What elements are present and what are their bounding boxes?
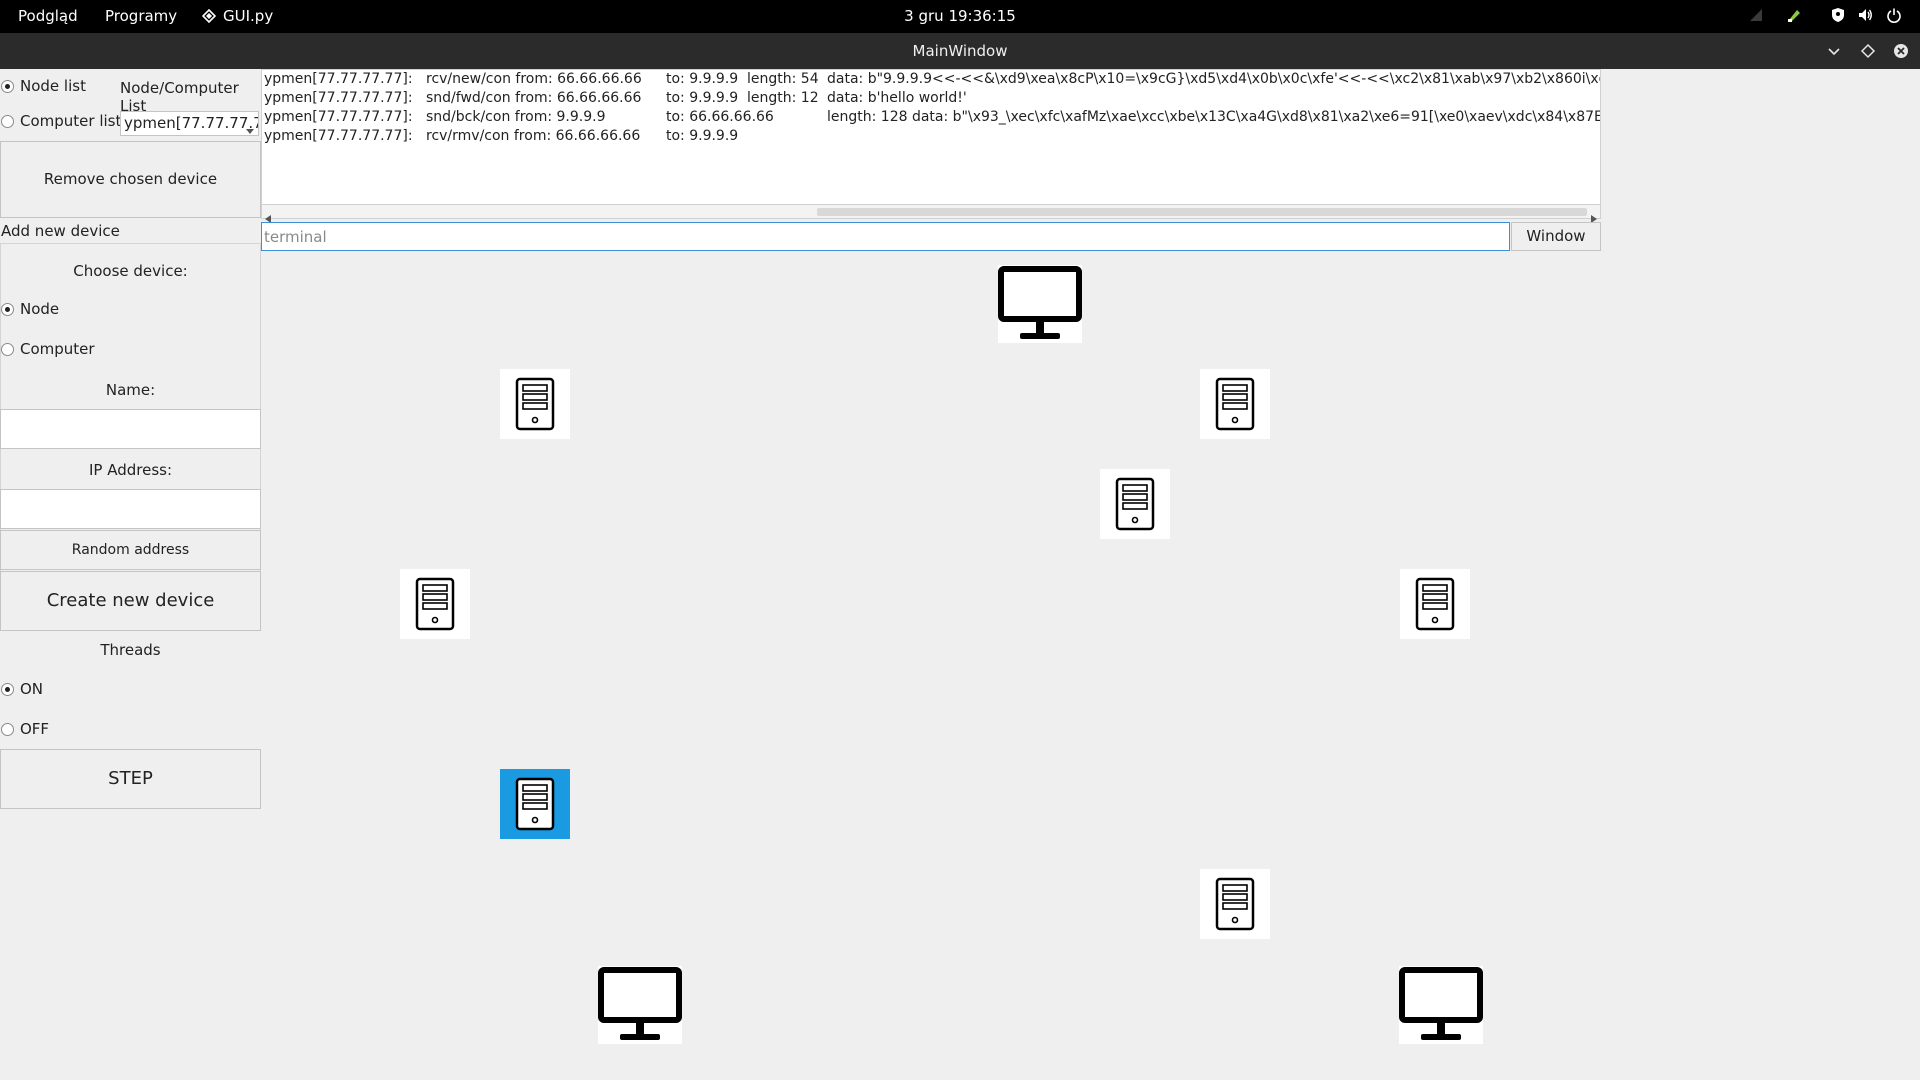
name-input[interactable] [0,409,261,449]
device-computer-radio[interactable] [1,343,14,356]
window-title-bar[interactable]: MainWindow [0,33,1920,69]
terminal-input[interactable] [261,222,1510,251]
clock[interactable]: 3 gru 19:36:15 [0,7,1920,25]
chevron-down-icon [246,121,254,135]
monitor-icon[interactable] [598,966,682,1044]
monitor-icon[interactable] [998,265,1082,343]
app-menu-gui-py[interactable]: GUI.py [223,7,273,25]
threads-on-label[interactable]: ON [20,680,43,698]
diamond-icon [201,8,217,24]
random-address-button[interactable]: Random address [0,530,261,570]
computer-list-radio[interactable] [1,115,14,128]
close-icon[interactable] [1892,42,1910,60]
add-new-device-label: Add new device [1,222,120,240]
server-icon[interactable] [500,769,570,839]
volume-icon[interactable] [1857,7,1873,23]
menu-programy[interactable]: Programy [105,7,177,25]
step-button[interactable]: STEP [0,749,261,809]
maximize-icon[interactable] [1859,42,1877,60]
device-computer-label[interactable]: Computer [20,340,95,358]
horizontal-scrollbar[interactable] [261,204,1601,223]
node-list-label[interactable]: Node list [20,77,86,95]
threads-label: Threads [100,641,161,659]
minimize-icon[interactable] [1825,42,1843,60]
server-icon[interactable] [500,369,570,439]
node-computer-list-label: Node/Computer List [120,79,239,115]
node-list-radio[interactable] [1,80,14,93]
server-icon[interactable] [400,569,470,639]
log-output[interactable]: ypmen[77.77.77.77]: rcv/new/con from: 66… [261,69,1601,219]
server-icon[interactable] [1400,569,1470,639]
ip-address-label: IP Address: [88,461,173,479]
choose-device-label: Choose device: [73,262,188,280]
create-device-button[interactable]: Create new device [0,571,261,631]
server-icon[interactable] [1200,869,1270,939]
clipboard-icon[interactable] [1786,7,1802,23]
ip-address-input[interactable] [0,489,261,529]
power-icon[interactable] [1886,7,1902,23]
shield-icon[interactable] [1830,7,1846,23]
network-icon[interactable] [1748,7,1764,23]
system-top-bar: Podgląd Programy GUI.py 3 gru 19:36:15 [0,0,1920,33]
device-select[interactable]: ypmen[77.77.77.77 [120,111,259,136]
computer-list-label[interactable]: Computer list [20,112,121,130]
device-node-radio[interactable] [1,303,14,316]
control-panel: Node list Node/Computer List Computer li… [0,69,261,1080]
server-icon[interactable] [1200,369,1270,439]
threads-off-radio[interactable] [1,723,14,736]
scrollbar-thumb[interactable] [817,208,1587,216]
menu-podglad[interactable]: Podgląd [18,7,78,25]
window-title: MainWindow [912,42,1008,60]
device-select-value: ypmen[77.77.77.77 [124,114,259,132]
name-label: Name: [105,381,156,399]
window-button[interactable]: Window [1511,222,1601,251]
server-icon[interactable] [1100,469,1170,539]
threads-off-label[interactable]: OFF [20,720,49,738]
device-node-label[interactable]: Node [20,300,59,318]
remove-device-button[interactable]: Remove chosen device [0,141,261,218]
threads-on-radio[interactable] [1,683,14,696]
monitor-icon[interactable] [1399,966,1483,1044]
